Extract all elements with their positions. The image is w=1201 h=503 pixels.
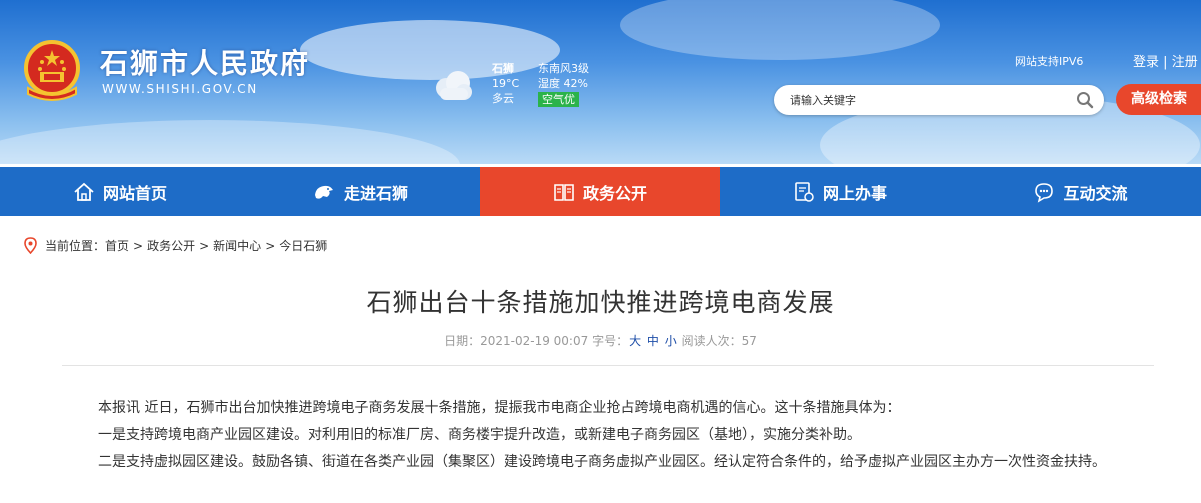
nav-item-interaction[interactable]: 互动交流 xyxy=(960,167,1201,216)
font-size-small-button[interactable]: 小 xyxy=(665,334,677,348)
nav-item-label: 网站首页 xyxy=(102,183,167,203)
air-quality-badge: 空气优 xyxy=(538,92,579,107)
font-size-large-button[interactable]: 大 xyxy=(629,334,641,348)
lion-icon xyxy=(314,185,333,199)
login-link[interactable]: 登录 xyxy=(1133,55,1159,70)
location-pin-icon xyxy=(24,237,37,254)
main-nav: 网站首页 走进石狮 政务公开 网上办事 互动交流 xyxy=(0,167,1201,216)
ipv6-notice: 网站支持IPV6 xyxy=(1015,55,1084,68)
nav-item-label: 政务公开 xyxy=(582,183,647,203)
site-header: 石狮市人民政府 WWW.SHISHI.GOV.CN 石狮 19°C 多云 东南风… xyxy=(0,0,1201,164)
font-size-label: 字号： xyxy=(592,334,629,348)
cloud-decoration xyxy=(620,0,940,60)
search-box xyxy=(774,85,1104,115)
site-url: WWW.SHISHI.GOV.CN xyxy=(102,82,258,96)
nav-item-label: 走进石狮 xyxy=(343,183,408,203)
search-input[interactable] xyxy=(790,91,1070,109)
breadcrumb-today-shishi[interactable]: 今日石狮 xyxy=(279,237,327,254)
weather-humidity: 湿度 42% xyxy=(538,77,588,90)
breadcrumb-separator: > xyxy=(133,238,144,253)
weather-temperature: 19°C xyxy=(492,77,520,90)
nav-item-label: 网上办事 xyxy=(822,183,887,203)
article-body: 本报讯 近日，石狮市出台加快推进跨境电子商务发展十条措施，提振我市电商企业抢占跨… xyxy=(64,396,1156,477)
nav-item-gov-affairs[interactable]: 政务公开 xyxy=(480,167,720,216)
login-separator: | xyxy=(1163,55,1168,70)
breadcrumb-separator: > xyxy=(199,238,210,253)
weather-city: 石狮 xyxy=(492,62,514,75)
breadcrumb-prefix: 当前位置： xyxy=(45,239,106,253)
weather-summary: 石狮 19°C 多云 xyxy=(492,61,519,106)
article-paragraph: 一是支持跨境电商产业园区建设。对利用旧的标准厂房、商务楼宇提升改造，或新建电子商… xyxy=(98,427,861,443)
advanced-search-button[interactable]: 高级检索 xyxy=(1116,84,1201,115)
meta-divider xyxy=(62,365,1154,366)
article-meta: 日期：2021-02-19 00:07 字号：大 中 小 阅读人次：57 xyxy=(0,332,1201,349)
view-count: 57 xyxy=(741,334,757,348)
article-paragraph: 本报讯 近日，石狮市出台加快推进跨境电子商务发展十条措施，提振我市电商企业抢占跨… xyxy=(98,400,901,416)
nav-item-label: 互动交流 xyxy=(1063,183,1128,203)
nav-item-about[interactable]: 走进石狮 xyxy=(240,167,480,216)
date-label: 日期： xyxy=(444,334,481,348)
chat-icon xyxy=(1035,182,1054,203)
national-emblem-icon xyxy=(24,40,80,101)
breadcrumb-gov-affairs[interactable]: 政务公开 xyxy=(147,237,195,254)
nav-item-home[interactable]: 网站首页 xyxy=(0,167,240,216)
views-label: 阅读人次： xyxy=(681,334,742,348)
nav-item-online-service[interactable]: 网上办事 xyxy=(720,167,960,216)
weather-condition: 多云 xyxy=(492,92,514,105)
register-link[interactable]: 注册 xyxy=(1172,55,1198,70)
site-name[interactable]: 石狮市人民政府 xyxy=(100,42,310,82)
breadcrumb-home[interactable]: 首页 xyxy=(105,237,129,254)
cloudy-icon xyxy=(436,71,472,100)
home-icon xyxy=(74,182,94,201)
article-paragraph: 二是支持虚拟园区建设。鼓励各镇、街道在各类产业园（集聚区）建设跨境电子商务虚拟产… xyxy=(98,454,1106,470)
login-links: 登录 | 注册 xyxy=(1133,51,1198,70)
service-icon xyxy=(795,181,814,202)
breadcrumb: 当前位置： 首页 > 政务公开 > 新闻中心 > 今日石狮 xyxy=(24,237,327,254)
article-date: 2021-02-19 00:07 xyxy=(480,334,589,348)
font-size-medium-button[interactable]: 中 xyxy=(647,334,659,348)
article-title: 石狮出台十条措施加快推进跨境电商发展 xyxy=(366,288,835,317)
weather-details: 东南风3级 湿度 42% 空气优 xyxy=(538,61,589,107)
cloud-decoration xyxy=(0,120,460,164)
search-icon[interactable] xyxy=(1076,91,1094,109)
book-icon xyxy=(554,183,574,201)
weather-wind: 东南风3级 xyxy=(538,62,589,75)
breadcrumb-separator: > xyxy=(265,238,276,253)
breadcrumb-news-center[interactable]: 新闻中心 xyxy=(213,237,261,254)
